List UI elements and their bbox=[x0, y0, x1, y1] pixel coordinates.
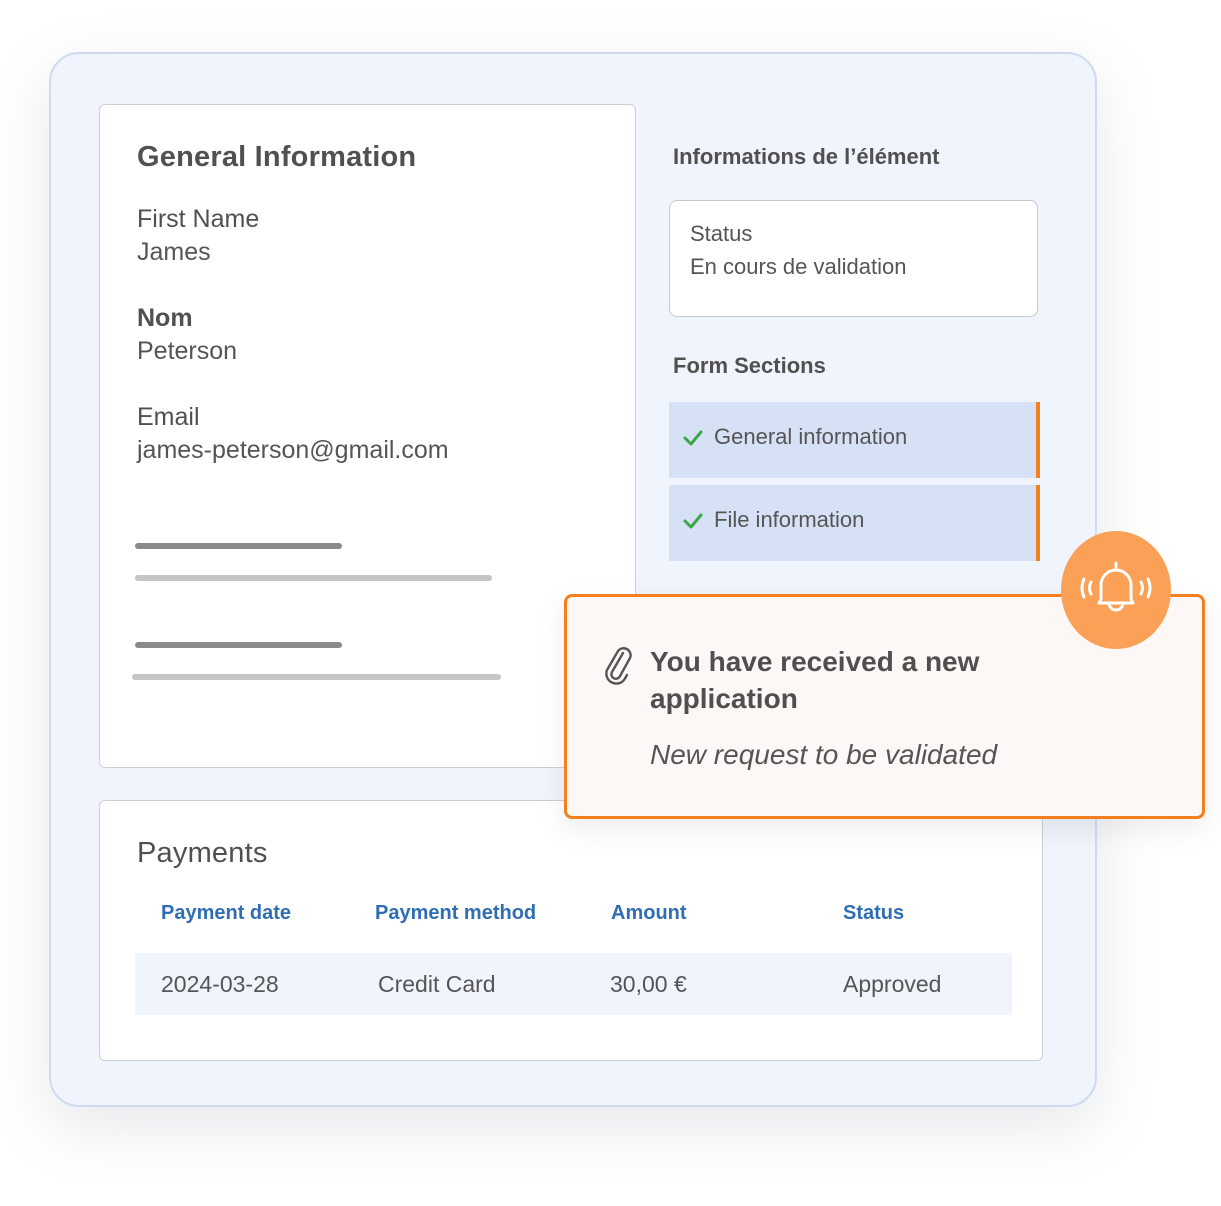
check-icon bbox=[683, 513, 703, 529]
general-information-card: General Information First Name James Nom… bbox=[99, 104, 636, 768]
table-header: Payment date Payment method Amount Statu… bbox=[135, 896, 1012, 953]
payments-title: Payments bbox=[137, 837, 268, 869]
column-header-payment-date[interactable]: Payment date bbox=[161, 902, 291, 925]
form-section-file-information[interactable]: File information bbox=[669, 485, 1040, 561]
form-section-general-information[interactable]: General information bbox=[669, 402, 1040, 478]
placeholder-line bbox=[135, 575, 492, 581]
notification-subtitle: New request to be validated bbox=[650, 739, 998, 770]
status-cell: Approved bbox=[843, 971, 942, 997]
status-value: En cours de validation bbox=[690, 254, 907, 279]
form-sections-heading: Form Sections bbox=[673, 353, 826, 378]
email-value: james-peterson@gmail.com bbox=[137, 436, 449, 464]
payments-table: Payment date Payment method Amount Statu… bbox=[135, 896, 1012, 1015]
bell-ringing-icon bbox=[1080, 561, 1152, 612]
placeholder-line bbox=[135, 642, 342, 648]
column-header-status[interactable]: Status bbox=[843, 902, 904, 925]
first-name-label: First Name bbox=[137, 205, 260, 233]
column-header-payment-method[interactable]: Payment method bbox=[375, 902, 536, 925]
general-information-title: General Information bbox=[137, 141, 417, 173]
element-info-heading: Informations de l’élément bbox=[673, 144, 940, 169]
email-field: Email james-peterson@gmail.com bbox=[137, 401, 449, 467]
last-name-value: Peterson bbox=[137, 337, 238, 365]
notification-title: You have received a new application bbox=[650, 646, 980, 714]
status-box: Status En cours de validation bbox=[669, 200, 1038, 317]
placeholder-line bbox=[135, 543, 342, 549]
paperclip-icon bbox=[605, 647, 632, 685]
email-label: Email bbox=[137, 403, 200, 431]
check-icon bbox=[683, 430, 703, 446]
placeholder-line bbox=[132, 674, 501, 680]
column-header-amount[interactable]: Amount bbox=[611, 902, 687, 925]
payments-card: Payments Payment date Payment method Amo… bbox=[99, 800, 1043, 1061]
form-section-label: File information bbox=[714, 507, 865, 532]
form-section-label: General information bbox=[714, 424, 908, 449]
table-row[interactable]: 2024-03-28 Credit Card 30,00 € Approved bbox=[135, 953, 1012, 1015]
first-name-value: James bbox=[137, 238, 211, 266]
payment-method-cell: Credit Card bbox=[378, 971, 496, 997]
notification-bell-badge[interactable] bbox=[1061, 531, 1171, 649]
payment-date-cell: 2024-03-28 bbox=[161, 971, 279, 997]
first-name-field: First Name James bbox=[137, 203, 259, 269]
status-label: Status bbox=[690, 221, 753, 246]
last-name-label: Nom bbox=[137, 304, 193, 332]
last-name-field: Nom Peterson bbox=[137, 302, 237, 368]
amount-cell: 30,00 € bbox=[610, 971, 687, 997]
